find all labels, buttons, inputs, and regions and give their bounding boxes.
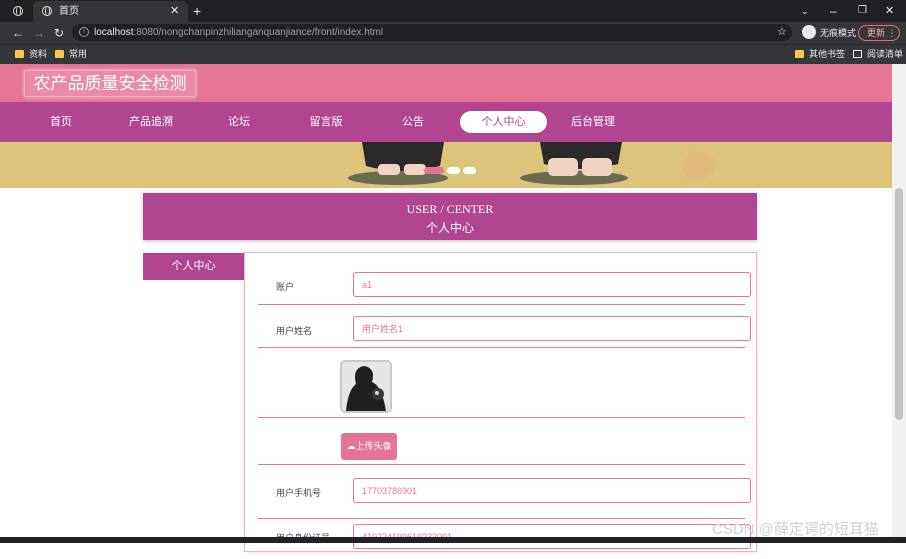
tab-search-icon[interactable]: ⌄ — [801, 0, 809, 22]
name-label: 用户姓名 — [276, 326, 313, 336]
phone-input[interactable] — [353, 478, 751, 503]
new-tab-button[interactable]: + — [193, 0, 201, 22]
tab-title: 首页 — [59, 6, 79, 17]
bookmark-label: 阅读清单 — [867, 49, 904, 59]
nav-item-user-center[interactable]: 个人中心 — [460, 111, 547, 133]
watermark: CSDN @薛定谔的短耳猫 — [712, 521, 879, 538]
form-row-name: 用户姓名 — [258, 305, 751, 348]
nav-item-home[interactable]: 首页 — [31, 102, 91, 142]
banner-foot — [378, 164, 400, 175]
section-header: USER / CENTER 个人中心 — [143, 193, 757, 240]
upload-label: 上传头像 — [355, 441, 392, 451]
profile-form: 账户 用户姓名 ☁上传头像 用户手机号 用户身份证号 — [244, 252, 757, 552]
banner-carousel[interactable] — [0, 142, 892, 188]
update-label: 更新 — [867, 28, 886, 38]
close-window-icon[interactable]: ✕ — [885, 0, 894, 22]
reload-icon[interactable]: ↻ — [54, 22, 64, 44]
site-header: 农产品质量安全检测 — [0, 64, 892, 102]
browser-tab-bar: 首页 ✕ + ⌄ – ❐ ✕ — [0, 0, 906, 22]
carousel-dot-active[interactable] — [424, 167, 444, 174]
reading-list-icon — [853, 50, 862, 58]
form-row-account: 账户 — [258, 253, 751, 305]
back-icon[interactable]: ← — [12, 22, 24, 44]
avatar-photo — [342, 362, 390, 411]
nav-item-forum[interactable]: 论坛 — [209, 102, 269, 142]
minimize-icon[interactable]: – — [830, 0, 837, 22]
folder-icon — [15, 50, 24, 58]
banner-image — [348, 142, 718, 185]
forward-icon[interactable]: → — [33, 22, 45, 44]
site-info-icon[interactable]: i — [79, 27, 89, 37]
bookmark-item[interactable]: 其他书签 — [795, 49, 845, 60]
banner-foot — [404, 164, 426, 175]
url-host: localhost — [94, 27, 134, 38]
bookmark-item[interactable]: 常用 — [55, 49, 87, 60]
account-input[interactable] — [353, 272, 751, 297]
bookmark-label: 资料 — [29, 49, 48, 59]
bookmark-star-icon[interactable]: ☆ — [777, 24, 787, 41]
account-label: 账户 — [276, 282, 295, 292]
nav-item-notice[interactable]: 公告 — [383, 102, 443, 142]
browser-tab[interactable]: 首页 ✕ — [33, 1, 188, 22]
banner-foot — [548, 158, 578, 176]
bookmarks-bar: 资料 常用 其他书签 阅读清单 — [0, 44, 906, 64]
site-logo[interactable]: 农产品质量安全检测 — [24, 70, 196, 97]
main-nav: 首页 产品追溯 论坛 留言版 公告 个人中心 后台管理 — [0, 102, 892, 142]
reading-list[interactable]: 阅读清单 — [853, 49, 903, 60]
scrollbar-thumb[interactable] — [895, 188, 903, 420]
carousel-dot[interactable] — [447, 167, 460, 174]
nav-item-admin[interactable]: 后台管理 — [563, 102, 623, 142]
folder-icon — [55, 50, 64, 58]
restore-icon[interactable]: ❐ — [858, 0, 867, 22]
name-input[interactable] — [353, 316, 751, 341]
bookmark-item[interactable]: 资料 — [15, 49, 47, 60]
incognito-icon — [802, 25, 816, 39]
carousel-dot[interactable] — [463, 167, 476, 174]
tab-close-icon[interactable]: ✕ — [170, 1, 179, 22]
update-button[interactable]: 更新 ⋮ — [858, 25, 900, 41]
form-row-avatar — [258, 348, 745, 418]
banner-leaf — [681, 150, 718, 180]
app-globe-icon — [13, 5, 23, 16]
section-header-cn: 个人中心 — [425, 221, 474, 235]
section-header-en: USER / CENTER — [406, 202, 494, 216]
banner-foot — [582, 158, 612, 176]
bookmark-label: 其他书签 — [809, 49, 846, 59]
nav-item-messages[interactable]: 留言版 — [296, 102, 356, 142]
tab-favicon-icon — [42, 5, 52, 16]
incognito-label: 无痕模式 — [820, 28, 857, 38]
url-path: :8080/nongchanpinzhilianganquanjiance/fr… — [133, 27, 384, 38]
avatar-highlight — [375, 391, 379, 395]
avatar-image — [340, 360, 392, 413]
folder-icon — [795, 50, 804, 58]
upload-avatar-button[interactable]: ☁上传头像 — [341, 433, 397, 460]
url-bar[interactable]: i localhost:8080/nongchanpinzhilianganqu… — [72, 24, 792, 41]
form-row-phone: 用户手机号 — [258, 465, 751, 519]
phone-label: 用户手机号 — [276, 488, 322, 498]
bookmark-label: 常用 — [69, 49, 88, 59]
form-row-upload — [258, 418, 745, 465]
nav-item-trace[interactable]: 产品追溯 — [121, 102, 181, 142]
sidebar-item-user-center[interactable]: 个人中心 — [143, 253, 244, 280]
